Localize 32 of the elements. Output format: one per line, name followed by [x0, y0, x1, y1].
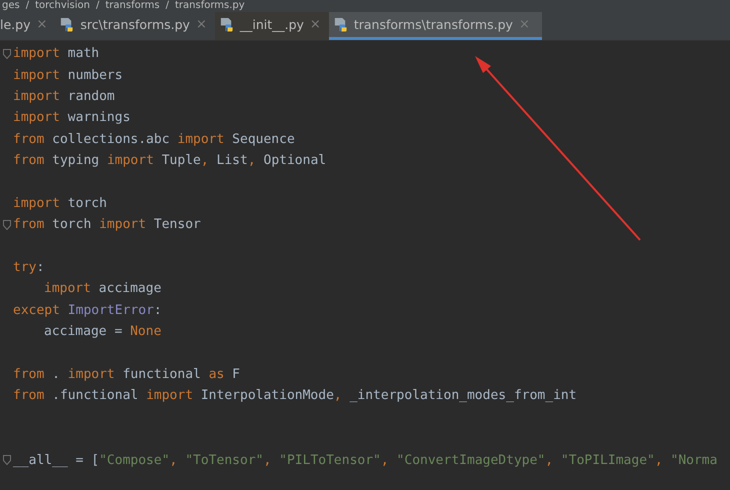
code-line: import numbers	[13, 68, 123, 83]
editor-tab[interactable]: __init__.py ×	[214, 12, 329, 40]
fold-marker-icon[interactable]	[2, 220, 10, 230]
fold-marker-icon[interactable]	[2, 455, 10, 466]
breadcrumb-item[interactable]: torchvision	[35, 0, 90, 12]
code-line: from torch import Tensor	[13, 217, 201, 232]
editor-tab[interactable]: src\transforms.py ×	[55, 12, 215, 40]
python-file-icon	[218, 17, 234, 32]
code-line: import warnings	[13, 110, 130, 126]
breadcrumb-separator: /	[26, 0, 30, 12]
code-line: from collections.abc import Sequence	[13, 132, 295, 147]
code-line: try:	[13, 260, 44, 276]
breadcrumb-item[interactable]: transforms.py	[175, 0, 245, 12]
breadcrumb-separator: /	[96, 0, 100, 12]
code-line: from typing import Tuple, List, Optional	[13, 153, 326, 168]
code-line: import math	[13, 46, 100, 62]
breadcrumb-item[interactable]: ges	[2, 0, 20, 12]
python-file-icon	[332, 17, 348, 32]
code-line: accimage = None	[43, 324, 162, 340]
breadcrumb-item[interactable]: transforms	[105, 0, 160, 12]
code-line: import accimage	[43, 281, 162, 296]
fold-marker-icon[interactable]	[2, 48, 10, 59]
code-line: import torch	[13, 196, 107, 211]
editor-tab[interactable]: le.py ×	[0, 12, 56, 40]
breadcrumb-separator: /	[166, 0, 169, 12]
python-file-icon	[59, 17, 74, 32]
code-line: from .functional import InterpolationMode, _interpolation_modes_from_int	[13, 388, 577, 404]
code-line: import random	[13, 88, 115, 104]
code-line: except ImportError:	[13, 302, 162, 318]
editor-tab[interactable]: transforms\transforms.py ×	[328, 12, 542, 40]
code-line: __all__ = ["Compose", "ToTensor", "PILToTensor", "ConvertImageDtype", "ToPILImage", "Norma	[13, 452, 718, 468]
code-line: from . import functional as F	[13, 367, 240, 382]
